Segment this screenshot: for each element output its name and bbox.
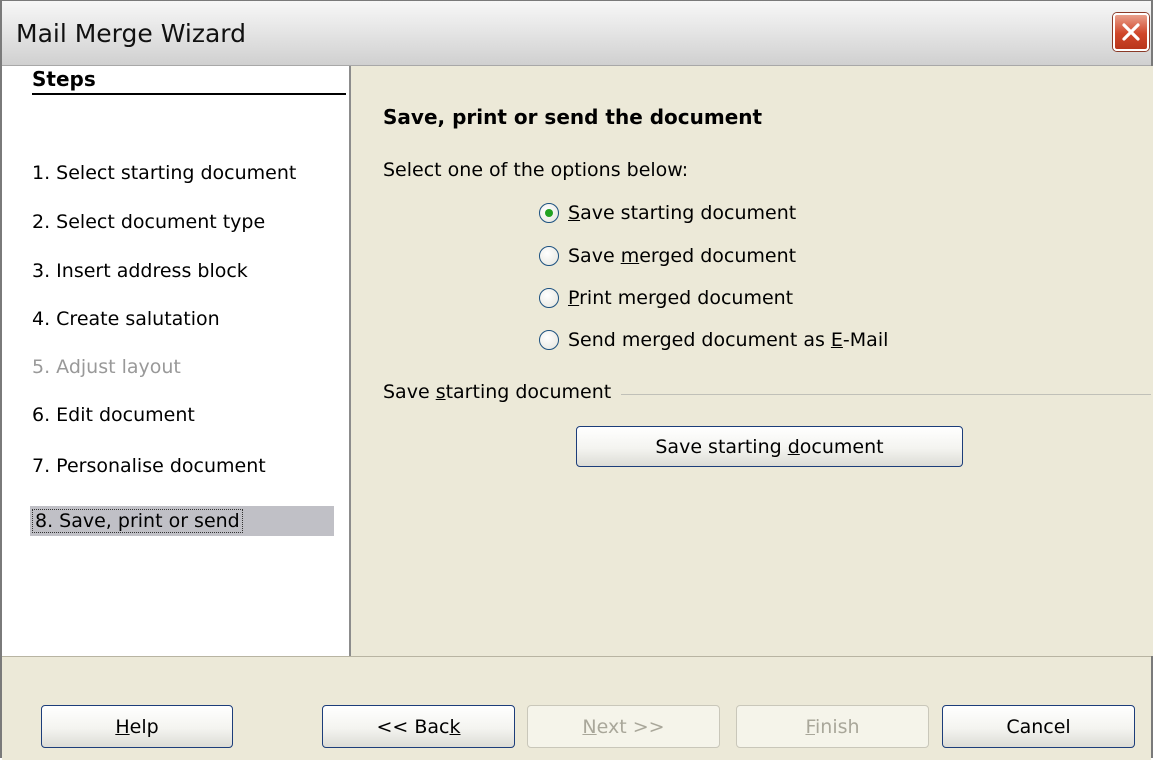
step-create-salutation[interactable]: 4. Create salutation xyxy=(32,304,220,334)
mail-merge-wizard-dialog: Mail Merge Wizard Steps 1. Select starti… xyxy=(0,0,1153,760)
step-insert-address-block[interactable]: 3. Insert address block xyxy=(32,256,248,286)
radio-label: Save starting document xyxy=(568,202,797,224)
content-pane xyxy=(351,66,1153,656)
step-personalise-document[interactable]: 7. Personalise document xyxy=(32,451,266,481)
radio-button[interactable] xyxy=(539,246,559,266)
save-starting-document-button[interactable]: Save starting document xyxy=(576,426,963,467)
help-button[interactable]: Help xyxy=(41,705,233,748)
window-title: Mail Merge Wizard xyxy=(16,19,246,48)
radio-save-merged-document[interactable]: Save merged document xyxy=(539,242,796,270)
radio-print-merged-document[interactable]: Print merged document xyxy=(539,284,793,312)
step-label: 6. Edit document xyxy=(32,404,195,426)
next-button: Next >> xyxy=(527,705,720,748)
step-select-document-type[interactable]: 2. Select document type xyxy=(32,207,265,237)
step-label: 1. Select starting document xyxy=(32,162,297,184)
step-edit-document[interactable]: 6. Edit document xyxy=(32,400,195,430)
step-label: 7. Personalise document xyxy=(32,455,266,477)
radio-label: Send merged document as E-Mail xyxy=(568,329,889,351)
back-button[interactable]: << Back xyxy=(322,705,515,748)
cancel-button[interactable]: Cancel xyxy=(942,705,1135,748)
title-bar[interactable]: Mail Merge Wizard xyxy=(2,1,1151,66)
step-save-print-send[interactable]: 8. Save, print or send xyxy=(30,506,334,536)
step-adjust-layout: 5. Adjust layout xyxy=(32,352,181,382)
instruction-text: Select one of the options below: xyxy=(383,159,689,181)
radio-button[interactable] xyxy=(539,330,559,350)
close-button[interactable] xyxy=(1113,13,1149,51)
finish-button: Finish xyxy=(736,705,929,748)
section-label-save-starting-document: Save starting document xyxy=(383,381,622,403)
radio-label: Print merged document xyxy=(568,287,794,309)
radio-button[interactable] xyxy=(539,203,559,223)
radio-send-as-email[interactable]: Send merged document as E-Mail xyxy=(539,326,888,354)
radio-label: Save merged document xyxy=(568,245,797,267)
step-label: 3. Insert address block xyxy=(32,260,248,282)
step-label: 8. Save, print or send xyxy=(32,509,243,533)
radio-save-starting-document[interactable]: Save starting document xyxy=(539,199,796,227)
step-label: 4. Create salutation xyxy=(32,308,220,330)
radio-button[interactable] xyxy=(539,288,559,308)
steps-header: Steps xyxy=(32,67,346,95)
page-title: Save, print or send the document xyxy=(383,105,763,129)
step-select-starting-document[interactable]: 1. Select starting document xyxy=(32,158,296,188)
step-label: 5. Adjust layout xyxy=(32,356,181,378)
step-label: 2. Select document type xyxy=(32,211,266,233)
close-icon xyxy=(1122,23,1140,41)
